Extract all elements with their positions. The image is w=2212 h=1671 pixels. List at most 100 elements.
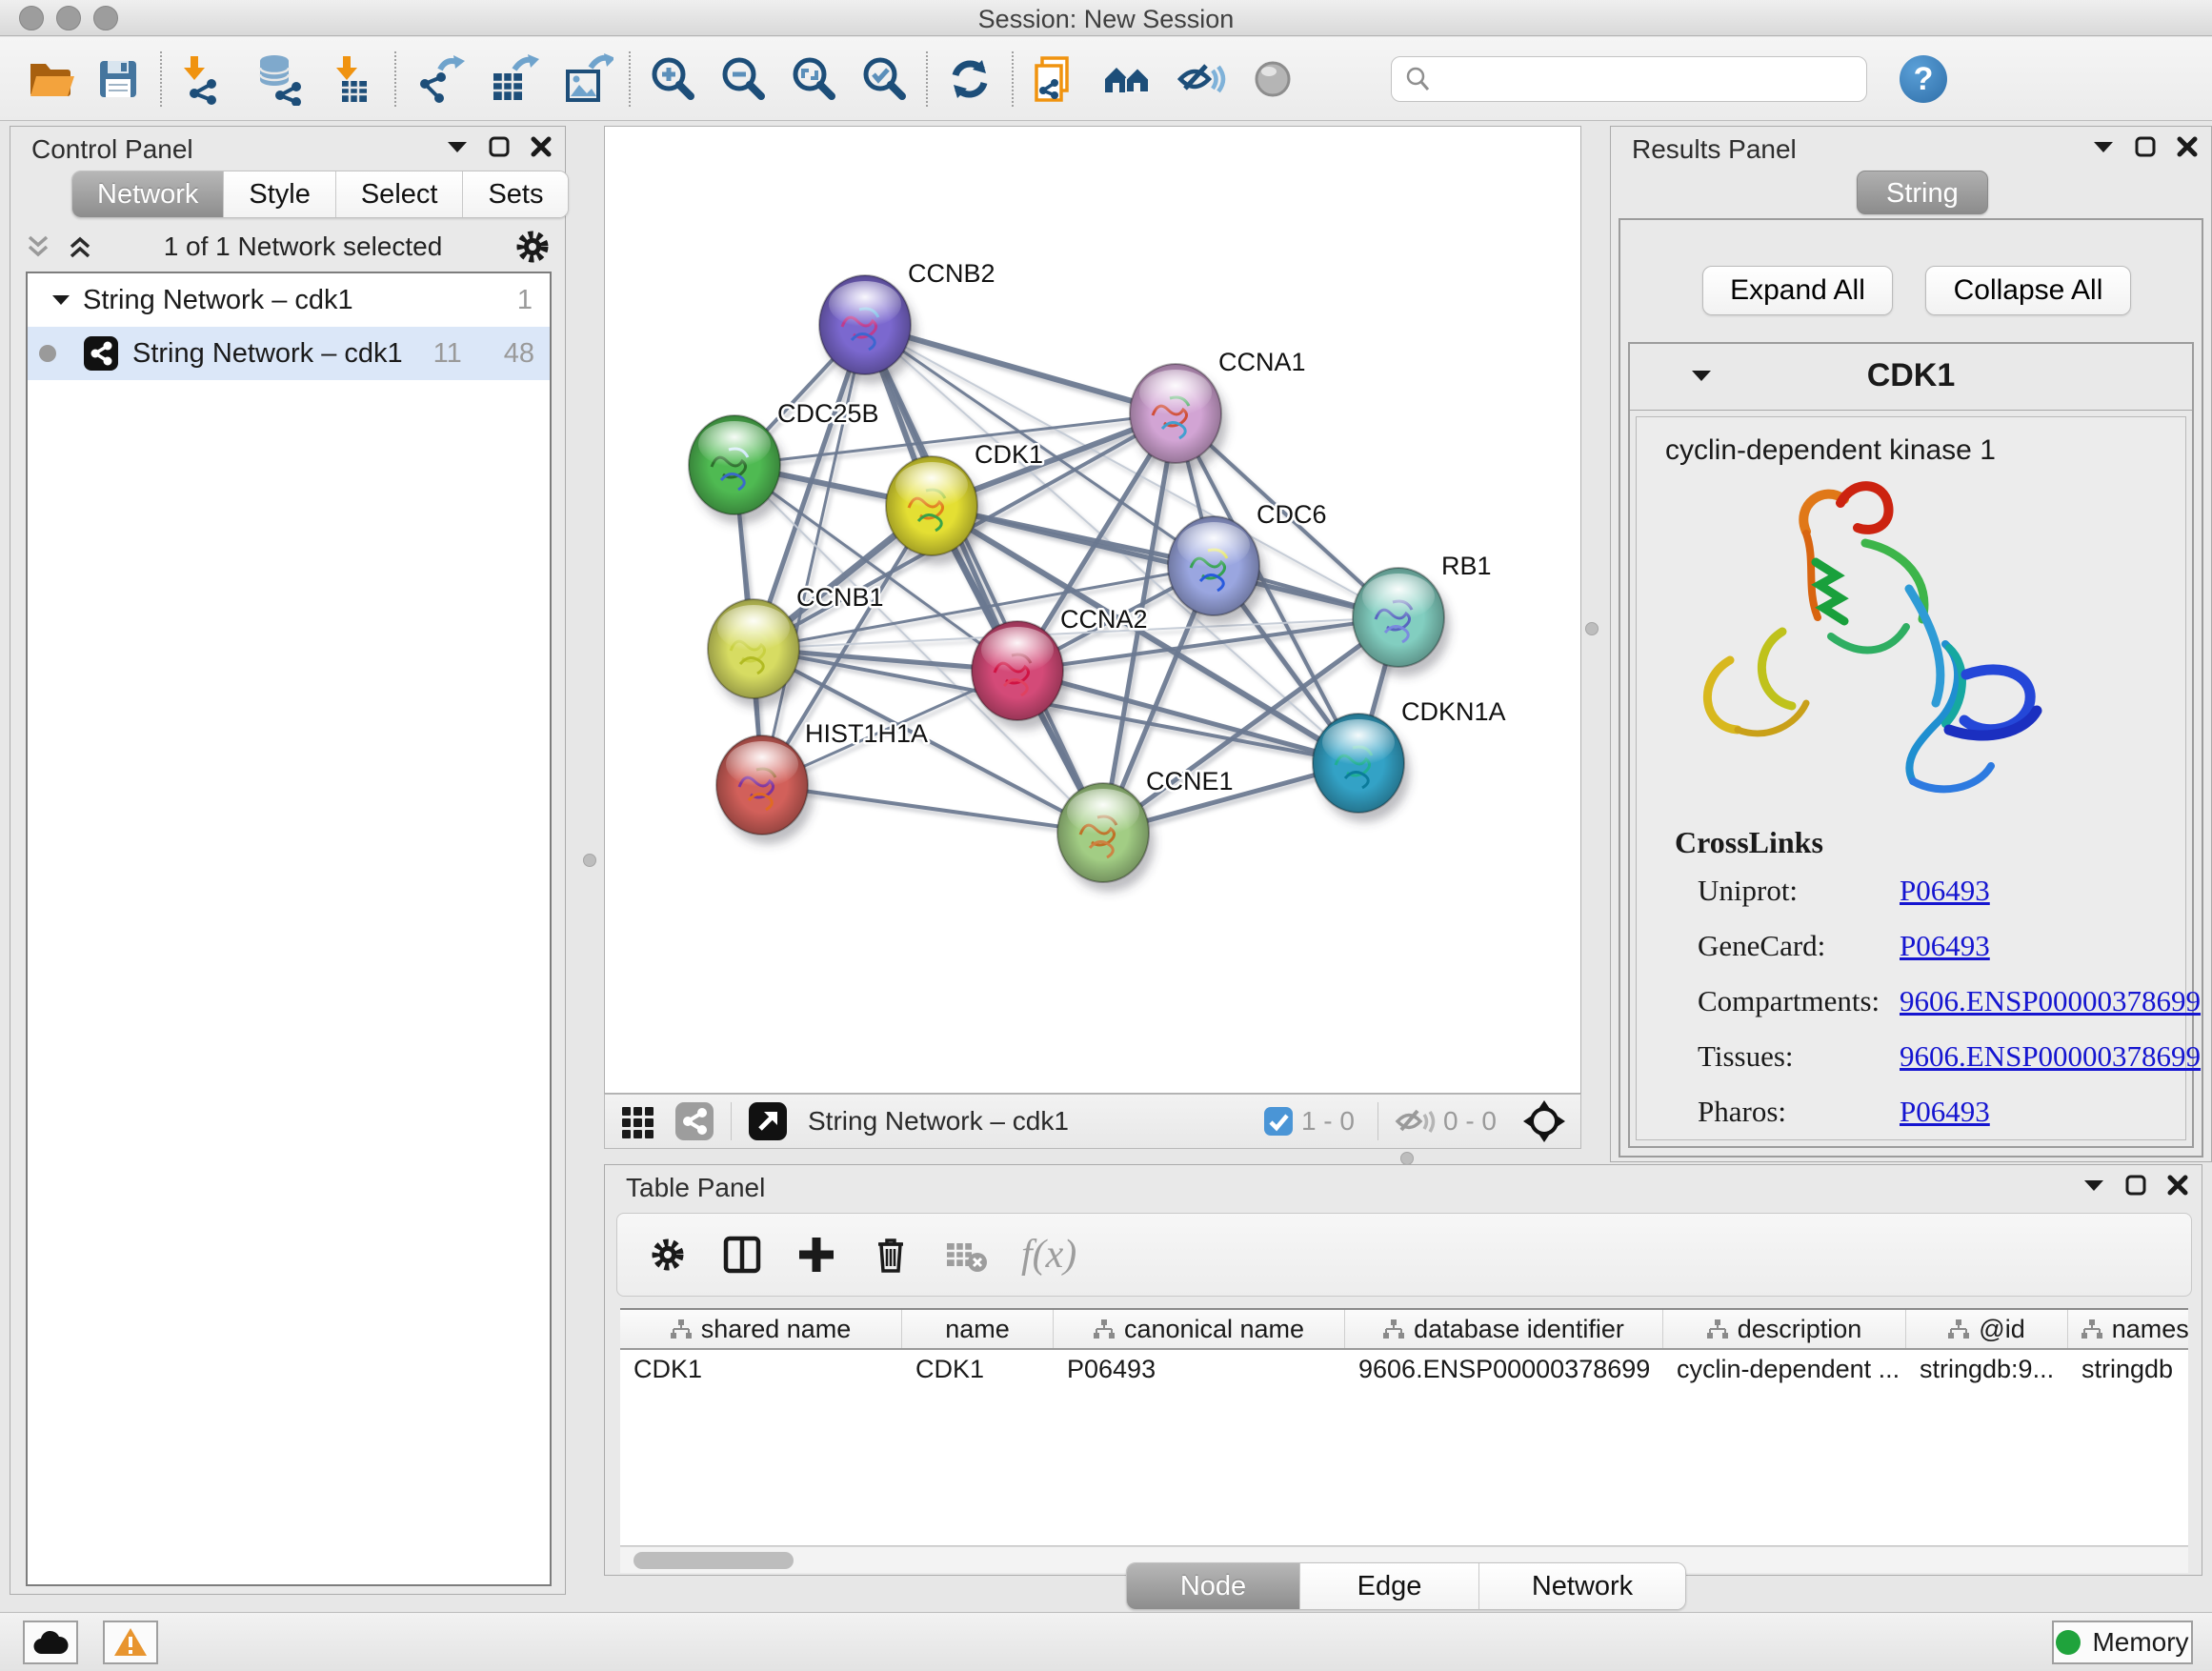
table-gear-icon[interactable] [646,1233,690,1277]
select-columns-icon[interactable] [720,1233,764,1277]
apply-layout-icon[interactable] [943,52,996,106]
memory-button[interactable]: Memory [2052,1621,2193,1664]
open-session-icon[interactable] [23,52,76,106]
warning-status-button[interactable] [103,1621,158,1664]
network-node-CCNB2[interactable]: CCNB2 [819,259,995,384]
control-panel: Control Panel NetworkStyleSelectSets 1 o… [10,126,566,1595]
import-network-file-icon[interactable] [177,52,231,106]
panel-menu-icon[interactable] [2093,140,2114,153]
export-table-icon[interactable] [486,52,539,106]
network-node-CCNE1[interactable]: CCNE1 [1057,767,1234,892]
reset-view-crosshair-icon[interactable] [1521,1098,1567,1144]
delete-table-icon[interactable] [943,1236,991,1274]
scrollbar-thumb[interactable] [633,1552,794,1569]
save-session-icon[interactable] [91,52,145,106]
column-header-name[interactable]: name [902,1310,1054,1348]
right-splitter-handle[interactable] [1585,622,1599,635]
expand-all-icon[interactable] [66,232,94,261]
collapse-all-button[interactable]: Collapse All [1925,266,2131,315]
main-toolbar: ? [0,37,2212,121]
function-builder-icon[interactable]: f(x) [1021,1232,1076,1278]
collection-expander-icon[interactable] [52,294,70,306]
birds-eye-view-icon[interactable] [674,1100,715,1142]
network-node-HIST1H1A[interactable]: HIST1H1A [716,719,928,844]
crosslink-link[interactable]: P06493 [1900,874,1990,908]
cloud-status-button[interactable] [23,1621,78,1664]
network-edge-CDK1-RB1[interactable] [932,506,1398,617]
network-node-CDKN1A[interactable]: CDKN1A [1313,697,1506,822]
left-splitter-handle[interactable] [583,854,596,867]
network-node-CCNB1[interactable]: CCNB1 [708,583,884,708]
panel-float-icon[interactable] [2135,136,2156,157]
hide-selected-icon[interactable] [1174,52,1227,106]
table-cell[interactable]: cyclin-dependent ... [1663,1355,1906,1384]
crosslink-link[interactable]: 9606.ENSP00000378699 [1900,984,2201,1018]
table-cell[interactable]: CDK1 [620,1355,902,1384]
expand-all-button[interactable]: Expand All [1702,266,1893,315]
delete-column-icon[interactable] [869,1233,913,1277]
open-in-new-window-icon[interactable] [747,1100,789,1142]
collapse-all-icon[interactable] [24,232,52,261]
column-header-namespace[interactable]: namespace [2068,1310,2188,1348]
horizontal-splitter-handle[interactable] [1400,1152,1414,1165]
panel-menu-icon[interactable] [2083,1178,2104,1192]
tab-style[interactable]: Style [224,171,335,217]
results-tab-string[interactable]: String [1857,171,1988,214]
network-node-CDC25B[interactable]: CDC25B [689,399,879,524]
crosslink-link[interactable]: P06493 [1900,929,1990,963]
table-cell[interactable]: stringdb:9... [1906,1355,2068,1384]
import-table-file-icon[interactable] [326,52,379,106]
table-cell[interactable]: 9606.ENSP00000378699 [1345,1355,1663,1384]
export-network-icon[interactable] [412,52,465,106]
import-network-database-icon[interactable] [251,52,305,106]
tab-sets[interactable]: Sets [463,171,568,217]
column-header-database-identifier[interactable]: database identifier [1345,1310,1663,1348]
column-header-canonical-name[interactable]: canonical name [1054,1310,1345,1348]
tab-edge-table[interactable]: Edge Table [1300,1563,1479,1609]
selected-checkbox-icon[interactable] [1263,1106,1294,1137]
zoom-out-icon[interactable] [716,52,770,106]
help-button[interactable]: ? [1900,55,1947,103]
results-panel-title: Results Panel [1632,134,1797,165]
panel-float-icon[interactable] [2125,1175,2146,1196]
zoom-in-icon[interactable] [646,52,699,106]
tab-network-table[interactable]: Network Table [1479,1563,1685,1609]
tab-network[interactable]: Network [72,171,224,217]
network-row[interactable]: String Network – cdk1 11 48 [28,327,550,380]
network-edge-CCNB2-CCNE1[interactable] [865,325,1103,833]
grid-mode-icon[interactable] [618,1101,658,1141]
search-input[interactable] [1432,64,1851,93]
export-image-icon[interactable] [560,52,613,106]
column-header-@id[interactable]: @id [1906,1310,2068,1348]
table-cell[interactable]: P06493 [1054,1355,1345,1384]
table-cell[interactable]: stringdb [2068,1355,2188,1384]
panel-close-icon[interactable] [2167,1175,2188,1196]
panel-close-icon[interactable] [2177,136,2198,157]
zoom-selected-icon[interactable] [857,52,911,106]
duplicate-network-icon[interactable] [1029,52,1082,106]
network-node-RB1[interactable]: RB1 [1353,552,1492,676]
panel-close-icon[interactable] [531,136,552,157]
table-row[interactable]: CDK1CDK1P064939606.ENSP00000378699cyclin… [620,1350,2188,1388]
network-edge-CCNB2-HIST1H1A[interactable] [762,325,865,785]
column-header-shared-name[interactable]: shared name [620,1310,902,1348]
panel-float-icon[interactable] [489,136,510,157]
crosslink-link[interactable]: P06493 [1900,1095,1990,1129]
warning-icon [113,1627,148,1658]
panel-menu-icon[interactable] [447,140,468,153]
gear-icon[interactable] [512,226,553,268]
node-table[interactable]: shared namenamecanonical namedatabase id… [620,1308,2188,1546]
first-neighbors-icon[interactable] [1101,52,1155,106]
show-all-icon[interactable] [1246,52,1299,106]
network-collection-row[interactable]: String Network – cdk1 1 [28,273,550,327]
table-cell[interactable]: CDK1 [902,1355,1054,1384]
add-column-icon[interactable] [794,1233,838,1277]
tab-select[interactable]: Select [336,171,464,217]
tab-node-table[interactable]: Node Table [1127,1563,1300,1609]
zoom-fit-icon[interactable] [787,52,840,106]
network-node-CDC6[interactable]: CDC6 [1168,500,1327,625]
gene-section-header[interactable]: CDK1 [1630,344,2192,411]
crosslink-link[interactable]: 9606.ENSP00000378699 [1900,1039,2201,1074]
column-header-description[interactable]: description [1663,1310,1906,1348]
network-view-canvas[interactable]: CCNB2CCNA1CDC25BCDK1CDC6RB1CCNB1CCNA2CDK… [604,126,1581,1094]
